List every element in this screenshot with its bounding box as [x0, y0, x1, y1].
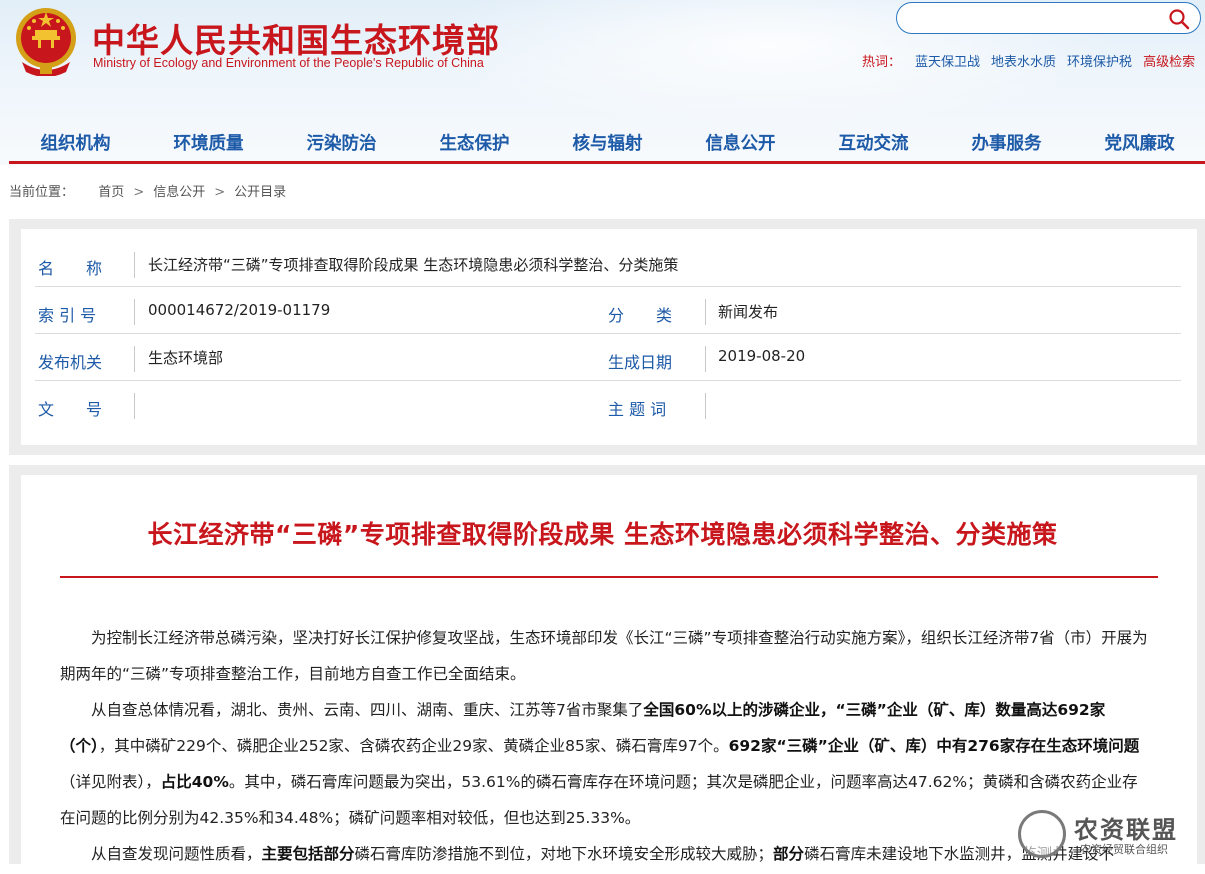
meta-row-line: [35, 380, 1181, 381]
paragraph-bold-text: 主要包括部分: [261, 845, 355, 863]
nav-item-services[interactable]: 办事服务: [940, 130, 1073, 155]
nav-item-eco-protection[interactable]: 生态保护: [408, 130, 541, 155]
meta-publisher-value: 生态环境部: [148, 349, 224, 367]
breadcrumb-label: 当前位置：: [9, 185, 75, 200]
nav-underline: [9, 161, 1205, 164]
nav-item-organization[interactable]: 组织机构: [9, 130, 142, 155]
paragraph-text: （详见附表），: [60, 773, 161, 791]
metadata-table: 名 称 长江经济带“三磷”专项排查取得阶段成果 生态环境隐患必须科学整治、分类施…: [21, 229, 1197, 445]
paragraph-text: 从自查发现问题性质看，: [91, 845, 262, 863]
site-title-cn[interactable]: 中华人民共和国生态环境部: [92, 14, 500, 62]
watermark-text: 农资联盟: [1074, 816, 1178, 844]
meta-subject-label: 主 题 词: [608, 400, 667, 419]
article-title: 长江经济带“三磷”专项排查取得阶段成果 生态环境隐患必须科学整治、分类施策: [147, 520, 1058, 549]
meta-divider: [705, 299, 706, 325]
meta-date-label: 生成日期: [608, 353, 673, 372]
hot-link-env-tax[interactable]: 环境保护税: [1067, 55, 1132, 70]
nav-item-info-disclosure[interactable]: 信息公开: [674, 130, 807, 155]
breadcrumb-info-disclosure[interactable]: 信息公开: [153, 185, 205, 200]
paragraph-bold-text: 692家“三磷”企业（矿、库）中有276家存在生态环境问题: [728, 737, 1140, 755]
nav-item-integrity[interactable]: 党风廉政: [1073, 130, 1205, 155]
meta-index-label: 索 引 号: [38, 306, 97, 325]
breadcrumb: 当前位置： 首页 > 信息公开 > 公开目录: [9, 181, 286, 200]
paragraph-bold-text: 部分: [773, 845, 805, 863]
meta-category-value: 新闻发布: [718, 303, 779, 321]
hot-words: 热词： 蓝天保卫战 地表水水质 环境保护税 高级检索: [862, 51, 1195, 70]
nav-item-pollution-control[interactable]: 污染防治: [275, 130, 408, 155]
watermark-emblem-icon: [1018, 810, 1066, 858]
site-header: 中华人民共和国生态环境部 Ministry of Ecology and Env…: [0, 0, 1205, 165]
hot-link-surface-water[interactable]: 地表水水质: [991, 55, 1056, 70]
paragraph-bold-text: 占比40%: [160, 773, 229, 791]
search-input[interactable]: [911, 7, 1165, 31]
watermark-logo: 农资联盟 农资经贸联合组织: [1012, 806, 1202, 862]
watermark-subtext: 农资经贸联合组织: [1080, 843, 1168, 856]
meta-divider: [134, 252, 135, 278]
paragraph-text: 磷石膏库防渗措施不到位，对地下水环境安全形成较大威胁；: [354, 845, 774, 863]
advanced-search-link[interactable]: 高级检索: [1143, 55, 1195, 70]
meta-name-label: 名 称: [38, 259, 103, 278]
search-icon[interactable]: [1168, 8, 1190, 30]
article-paragraph-3: 从自查发现问题性质看，主要包括部分磷石膏库防渗措施不到位，对地下水环境安全形成较…: [60, 836, 1150, 872]
meta-index-value: 000014672/2019-01179: [148, 301, 331, 319]
meta-category-label: 分 类: [608, 306, 673, 325]
meta-divider: [134, 299, 135, 325]
meta-row-line: [35, 333, 1181, 334]
article-paragraph-1: 为控制长江经济带总磷污染，坚决打好长江保护修复攻坚战，生态环境部印发《长江“三磷…: [60, 620, 1150, 692]
nav-item-nuclear-radiation[interactable]: 核与辐射: [541, 130, 674, 155]
nav-item-interaction[interactable]: 互动交流: [807, 130, 940, 155]
hot-words-label: 热词：: [862, 55, 902, 70]
meta-name-value: 长江经济带“三磷”专项排查取得阶段成果 生态环境隐患必须科学整治、分类施策: [148, 256, 679, 274]
meta-divider: [705, 393, 706, 419]
meta-divider: [134, 393, 135, 419]
breadcrumb-home[interactable]: 首页: [98, 185, 124, 200]
breadcrumb-separator: >: [133, 185, 145, 200]
paragraph-text: ，其中磷矿229个、磷肥企业252家、含磷农药企业29家、黄磷企业85家、磷石膏…: [98, 737, 729, 755]
metadata-panel: 名 称 长江经济带“三磷”专项排查取得阶段成果 生态环境隐患必须科学整治、分类施…: [9, 219, 1205, 455]
article-title-rule: [60, 576, 1158, 578]
article-paragraph-2: 从自查总体情况看，湖北、贵州、云南、四川、湖南、重庆、江苏等7省市聚集了全国60…: [60, 692, 1150, 836]
paragraph-text: 为控制长江经济带总磷污染，坚决打好长江保护修复攻坚战，生态环境部印发《长江“三磷…: [60, 629, 1148, 683]
meta-divider: [705, 346, 706, 372]
main-nav: 组织机构 环境质量 污染防治 生态保护 核与辐射 信息公开 互动交流 办事服务 …: [9, 130, 1205, 162]
breadcrumb-catalog[interactable]: 公开目录: [234, 185, 286, 200]
meta-divider: [134, 346, 135, 372]
hot-link-blue-sky[interactable]: 蓝天保卫战: [915, 55, 980, 70]
site-title-en[interactable]: Ministry of Ecology and Environment of t…: [93, 56, 484, 70]
breadcrumb-separator: >: [214, 185, 226, 200]
meta-date-value: 2019-08-20: [718, 347, 806, 365]
paragraph-text: 从自查总体情况看，湖北、贵州、云南、四川、湖南、重庆、江苏等7省市聚集了: [91, 701, 644, 719]
meta-row-line: [35, 286, 1181, 287]
search-box[interactable]: [896, 2, 1201, 34]
nav-item-env-quality[interactable]: 环境质量: [142, 130, 275, 155]
meta-docno-label: 文 号: [38, 400, 103, 419]
national-emblem-icon[interactable]: [12, 6, 80, 76]
meta-publisher-label: 发布机关: [38, 353, 103, 372]
